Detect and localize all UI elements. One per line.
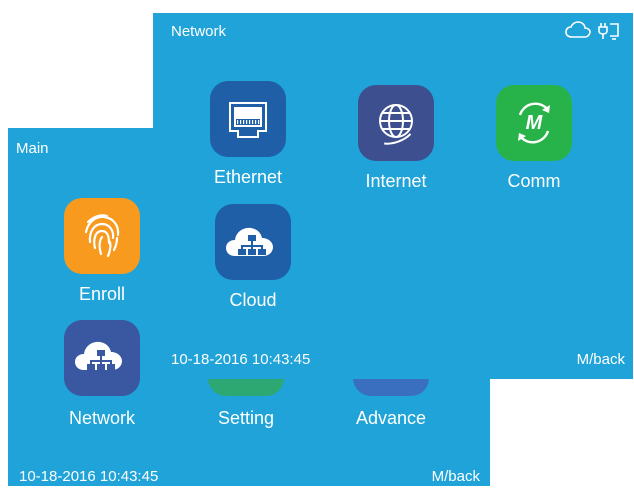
- internet-label: Internet: [365, 171, 427, 191]
- cloud-button[interactable]: [215, 204, 291, 280]
- status-icons: [563, 20, 623, 42]
- main-datetime: 10-18-2016 10:43:45: [19, 468, 159, 485]
- network-label: Network: [68, 408, 135, 428]
- advance-label: Advance: [355, 408, 427, 428]
- main-title: Main: [16, 140, 49, 157]
- comm-m-icon: M: [518, 102, 550, 144]
- main-back-button[interactable]: M/back: [432, 468, 480, 485]
- cloud-network-icon: [226, 227, 273, 256]
- globe-icon: [379, 104, 413, 145]
- setting-label: Setting: [217, 408, 275, 428]
- svg-text:M: M: [526, 112, 544, 134]
- ethernet-port-icon: [229, 102, 267, 138]
- network-datetime: 10-18-2016 10:43:45: [171, 351, 311, 368]
- comm-label: Comm: [507, 171, 561, 191]
- comm-button[interactable]: M: [496, 85, 572, 161]
- network-button[interactable]: [64, 320, 140, 396]
- ethernet-label: Ethernet: [213, 167, 283, 187]
- internet-button[interactable]: [358, 85, 434, 161]
- plug-icon: [598, 23, 619, 40]
- network-back-button[interactable]: M/back: [577, 351, 625, 368]
- ethernet-button[interactable]: [210, 81, 286, 157]
- enroll-label: Enroll: [78, 284, 126, 304]
- enroll-button[interactable]: [64, 198, 140, 274]
- fingerprint-icon: [84, 214, 120, 258]
- network-title: Network: [171, 23, 227, 40]
- cloud-label: Cloud: [229, 290, 277, 310]
- network-screen: Network Ethernet Internet M Comm Cloud 1…: [153, 13, 633, 379]
- cloud-network-icon: [75, 341, 122, 370]
- cloud-icon: [565, 21, 591, 38]
